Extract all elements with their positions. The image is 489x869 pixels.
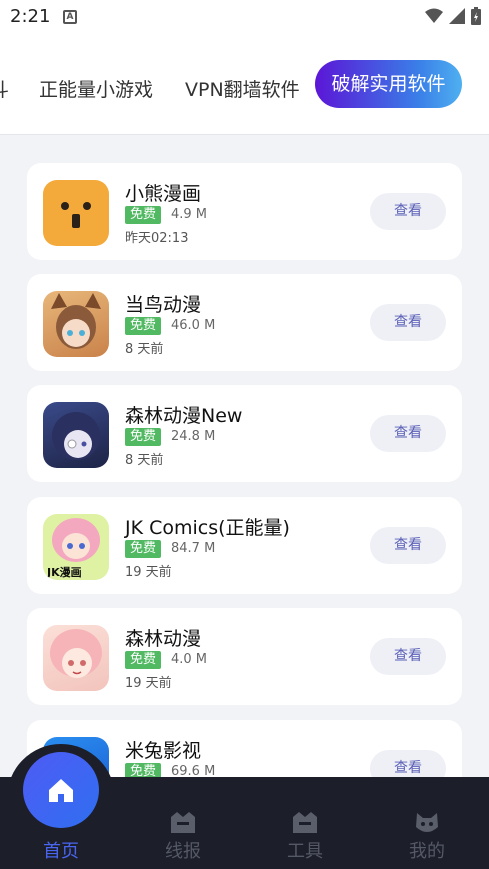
jk-icon-text: JK漫画: [47, 566, 82, 579]
tab-positive-games[interactable]: 正能量小游戏: [39, 75, 153, 102]
view-button[interactable]: 查看: [370, 193, 446, 230]
anime-girl-app-icon: [43, 291, 109, 357]
nav-item-tools[interactable]: 工具: [244, 777, 366, 869]
view-button[interactable]: 查看: [370, 304, 446, 341]
status-bar: 2:21 A: [0, 0, 489, 34]
nav-label: 线报: [165, 841, 201, 862]
app-name: JK Comics(正能量): [125, 517, 290, 539]
app-size: 4.0 M: [171, 652, 208, 667]
free-badge: 免费: [125, 317, 162, 335]
nav-item-mine[interactable]: 我的: [366, 777, 488, 869]
app-size: 46.0 M: [171, 318, 216, 333]
crown-icon: [171, 812, 195, 833]
view-button[interactable]: 查看: [370, 527, 446, 564]
nav-label: 工具: [287, 841, 323, 862]
app-date: 昨天02:13: [125, 231, 189, 246]
app-date: 8 天前: [125, 453, 164, 468]
free-badge: 免费: [125, 206, 162, 224]
app-name: 小熊漫画: [125, 183, 202, 205]
nav-label: 我的: [409, 841, 445, 862]
crown-icon: [293, 812, 317, 833]
battery-icon: [471, 7, 481, 25]
app-date: 19 天前: [125, 676, 172, 691]
free-badge: 免费: [125, 540, 162, 558]
free-badge: 免费: [125, 651, 162, 669]
list-item[interactable]: 当鸟动漫 免费 46.0 M 8 天前 查看: [27, 274, 462, 371]
bear-app-icon: [43, 180, 109, 246]
nav-item-news[interactable]: 线报: [122, 777, 244, 869]
app-date: 8 天前: [125, 342, 164, 357]
wifi-icon: [425, 8, 443, 23]
category-tabs: 斗 正能量小游戏 VPN翻墙软件 破解实用软件: [0, 34, 489, 135]
app-name: 米兔影视: [125, 740, 202, 762]
status-icons: [425, 7, 481, 25]
list-item[interactable]: 森林动漫New 免费 24.8 M 8 天前 查看: [27, 385, 462, 482]
home-icon: [49, 779, 73, 802]
tab-vpn-software[interactable]: VPN翻墙软件: [185, 75, 300, 102]
free-badge: 免费: [125, 428, 162, 446]
list-item[interactable]: JK漫画 JK Comics(正能量) 免费 84.7 M 19 天前 查看: [27, 497, 462, 594]
home-button[interactable]: [23, 752, 99, 828]
jk-comics-app-icon: JK漫画: [43, 514, 109, 580]
status-time: 2:21: [10, 6, 51, 27]
list-item[interactable]: 森林动漫 免费 4.0 M 19 天前 查看: [27, 608, 462, 705]
tab-cracked-software[interactable]: 破解实用软件: [315, 60, 462, 108]
app-name: 森林动漫: [125, 628, 202, 650]
nav-label-home[interactable]: 首页: [0, 837, 122, 863]
app-date: 19 天前: [125, 565, 172, 580]
signal-icon: [449, 8, 465, 24]
pink-hair-app-icon: [43, 625, 109, 691]
anime-boy-app-icon: [43, 402, 109, 468]
view-button[interactable]: 查看: [370, 415, 446, 452]
app-size: 4.9 M: [171, 207, 208, 222]
notification-icon: A: [63, 10, 77, 24]
list-item[interactable]: 小熊漫画 免费 4.9 M 昨天02:13 查看: [27, 163, 462, 260]
app-name: 森林动漫New: [125, 405, 243, 427]
view-button[interactable]: 查看: [370, 638, 446, 675]
app-name: 当鸟动漫: [125, 294, 202, 316]
tab-partial[interactable]: 斗: [0, 75, 9, 102]
app-size: 24.8 M: [171, 429, 216, 444]
cat-face-icon: [416, 813, 438, 832]
app-size: 84.7 M: [171, 541, 216, 556]
